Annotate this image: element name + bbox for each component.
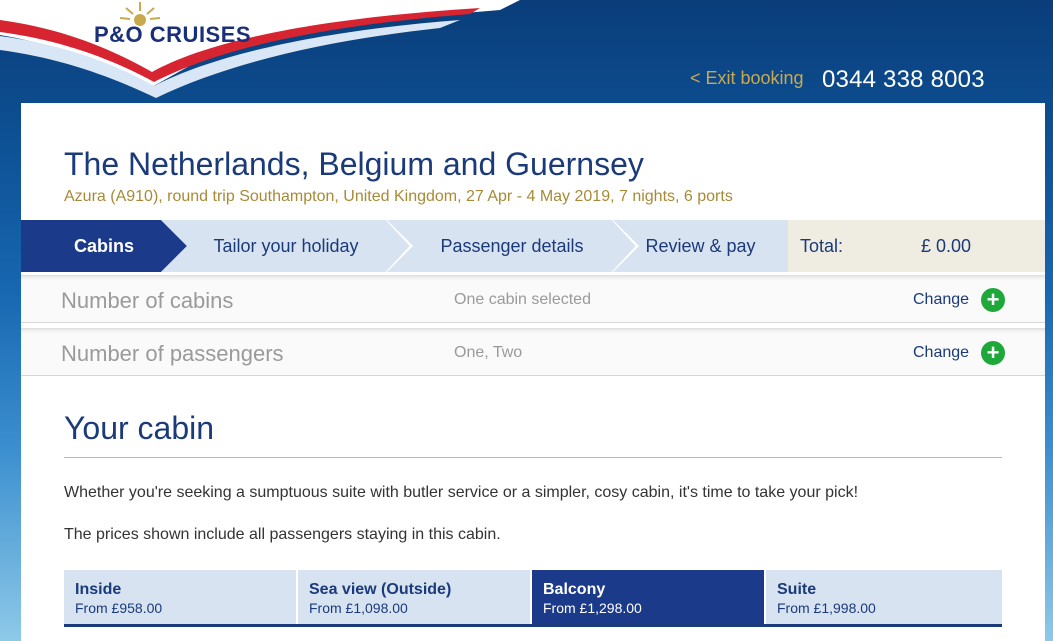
tab-inside[interactable]: Inside From £958.00 [64, 570, 296, 624]
cabin-tab-price: From £958.00 [75, 600, 163, 616]
cabin-tab-price: From £1,298.00 [543, 600, 642, 616]
trip-subtitle: Azura (A910), round trip Southampton, Un… [64, 188, 733, 205]
cabin-tab-name: Suite [777, 581, 817, 598]
booking-steps: Cabins Tailor your holiday Passenger det… [21, 220, 1045, 272]
total-box: Total: £ 0.00 [788, 220, 1045, 272]
tab-balcony[interactable]: Balcony From £1,298.00 [532, 570, 764, 624]
phone-number: 0344 338 8003 [822, 66, 985, 93]
flag-swoosh-graphic [0, 0, 520, 98]
selection-value: One, Two [454, 344, 523, 361]
total-value: £ 0.00 [921, 236, 972, 256]
selection-name: Number of cabins [61, 288, 234, 313]
section-divider [64, 457, 1002, 458]
plus-icon[interactable]: + [981, 288, 1005, 312]
step-label: Review & pay [645, 235, 756, 256]
selection-name: Number of passengers [61, 341, 284, 366]
tab-suite[interactable]: Suite From £1,998.00 [766, 570, 1002, 624]
number-of-passengers-row: Number of passengers One, Two Change + [21, 328, 1045, 376]
step-passenger-details[interactable]: Passenger details [387, 220, 637, 272]
total-label: Total: [800, 236, 844, 256]
cabin-tab-name: Inside [75, 581, 122, 598]
change-passengers-link[interactable]: Change [913, 344, 969, 362]
trip-title: The Netherlands, Belgium and Guernsey [64, 146, 644, 182]
cabin-type-tabs: Inside From £958.00 Sea view (Outside) F… [64, 570, 1002, 627]
exit-booking-link[interactable]: < Exit booking [690, 68, 804, 89]
selection-value: One cabin selected [454, 291, 591, 308]
cabin-price-note: The prices shown include all passengers … [64, 526, 501, 543]
cabin-tab-name: Balcony [543, 581, 606, 598]
cabin-section-title: Your cabin [64, 410, 215, 446]
cabin-intro-text: Whether you're seeking a sumptuous suite… [64, 484, 859, 501]
cabin-tab-price: From £1,998.00 [777, 600, 876, 616]
cabin-tab-name: Sea view (Outside) [309, 581, 452, 598]
cabin-tab-price: From £1,098.00 [309, 600, 408, 616]
step-tailor-holiday[interactable]: Tailor your holiday [161, 220, 411, 272]
booking-panel: The Netherlands, Belgium and Guernsey Az… [21, 103, 1045, 641]
step-review-pay[interactable]: Review & pay [613, 220, 788, 272]
step-label: Cabins [73, 235, 134, 256]
step-label: Passenger details [440, 235, 584, 256]
number-of-cabins-row: Number of cabins One cabin selected Chan… [21, 275, 1045, 323]
brand-logo[interactable]: P&O CRUISES [94, 22, 251, 48]
tab-sea-view[interactable]: Sea view (Outside) From £1,098.00 [298, 570, 530, 624]
site-header: P&O CRUISES < Exit booking 0344 338 8003 [0, 0, 1053, 103]
plus-icon[interactable]: + [981, 341, 1005, 365]
step-label: Tailor your holiday [213, 235, 359, 256]
change-cabins-link[interactable]: Change [913, 291, 969, 309]
